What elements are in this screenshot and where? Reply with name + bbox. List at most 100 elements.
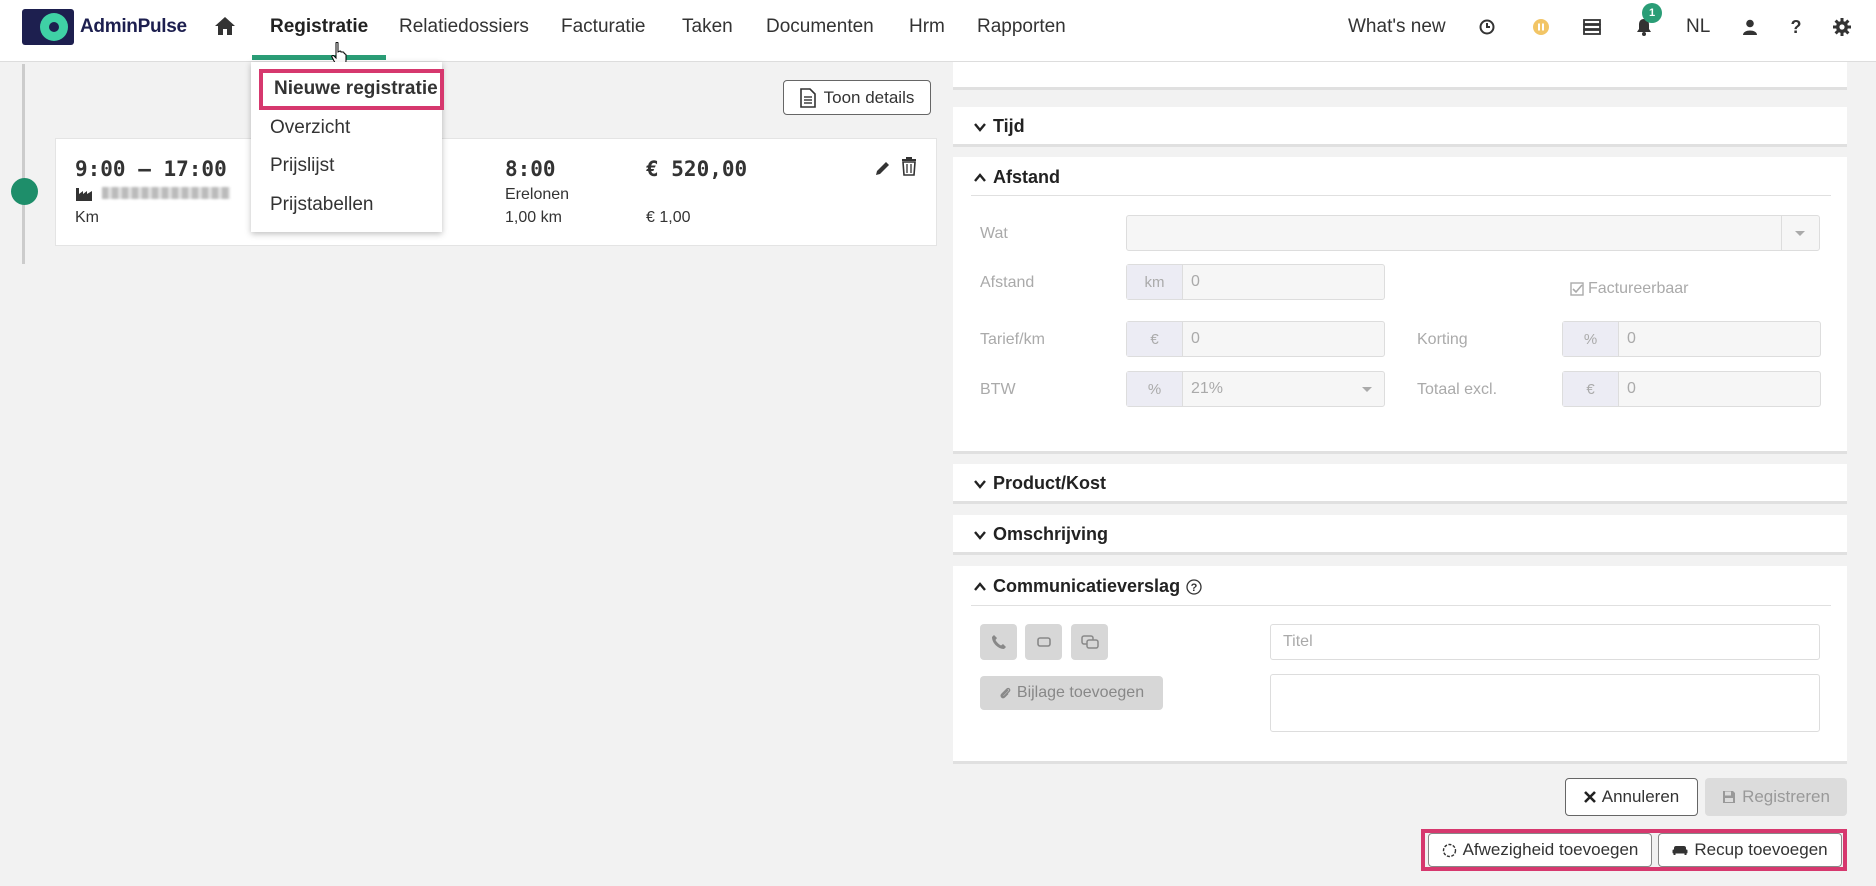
trash-icon[interactable] [901, 156, 917, 181]
close-icon [1583, 791, 1596, 803]
entry-unit-price: € 1,00 [646, 209, 691, 226]
registreren-label: Registreren [1742, 787, 1830, 806]
highlight-frame [259, 69, 444, 110]
factureerbaar-label: Factureerbaar [1588, 280, 1689, 297]
tarief-input[interactable]: € 0 [1126, 321, 1385, 357]
btw-select[interactable]: % 21% [1126, 371, 1385, 407]
afstand-input[interactable]: km 0 [1126, 264, 1385, 300]
language-switch[interactable]: NL [1686, 0, 1710, 53]
recup-toevoegen-button[interactable]: Recup toevoegen [1658, 833, 1842, 867]
btw-label: BTW [980, 381, 1016, 398]
section-tijd[interactable]: Tijd [953, 107, 1847, 147]
nav-registratie[interactable]: Registratie [252, 0, 387, 60]
divider [971, 195, 1831, 196]
entry-amount: € 520,00 [646, 157, 748, 181]
timeline-line [22, 64, 25, 264]
wat-select[interactable] [1126, 215, 1820, 251]
chevron-down-icon [974, 479, 986, 489]
totaal-input: € 0 [1562, 371, 1821, 407]
save-disk-icon [1723, 791, 1736, 803]
euro-addon: € [1563, 372, 1619, 406]
menu-item-prijstabellen[interactable]: Prijstabellen [270, 194, 374, 216]
section-afstand: Afstand Wat Afstand km 0 Factureerbaar T… [953, 157, 1847, 454]
home-icon[interactable] [214, 16, 238, 38]
entry-category: Erelonen [505, 186, 570, 203]
top-navbar: AdminPulse Registratie Relatiedossiers F… [0, 0, 1876, 66]
whats-new-link[interactable]: What's new [1348, 0, 1446, 53]
korting-value: 0 [1627, 330, 1636, 347]
bijlage-label: Bijlage toevoegen [1016, 684, 1145, 701]
menu-item-prijslijst[interactable]: Prijslijst [270, 155, 334, 177]
spinner-icon [1442, 843, 1456, 857]
registration-entry-card[interactable]: 9:00 – 17:00 Km 8:00 Erelonen 1,00 km € … [55, 138, 937, 246]
nav-taken[interactable]: Taken [682, 0, 733, 60]
toon-details-button[interactable]: Toon details [783, 80, 931, 115]
verslag-textarea[interactable] [1270, 674, 1820, 732]
menu-item-overzicht[interactable]: Overzicht [270, 117, 350, 139]
chat-icon[interactable] [1071, 624, 1108, 660]
factureerbaar-checkbox[interactable]: Factureerbaar [1570, 280, 1689, 298]
section-tijd-title: Tijd [993, 116, 1025, 136]
nav-facturatie[interactable]: Facturatie [561, 0, 645, 60]
titel-placeholder: Titel [1283, 633, 1313, 650]
bijlage-toevoegen-button[interactable]: Bijlage toevoegen [980, 676, 1163, 710]
edit-pencil-icon[interactable] [874, 159, 892, 182]
section-omschrijving[interactable]: Omschrijving [953, 515, 1847, 555]
meeting-icon[interactable] [1025, 624, 1062, 660]
entry-type: Km [75, 209, 99, 226]
section-omschrijving-title: Omschrijving [993, 524, 1109, 544]
korting-label: Korting [1417, 331, 1468, 348]
recup-label: Recup toevoegen [1694, 840, 1828, 859]
btw-value: 21% [1191, 380, 1224, 397]
pause-status-icon[interactable] [1531, 17, 1551, 37]
adminpulse-logo[interactable]: AdminPulse [22, 9, 187, 45]
afstand-label: Afstand [980, 274, 1035, 291]
help-icon[interactable]: ? [1786, 17, 1806, 37]
chevron-down-icon [974, 122, 986, 132]
nav-hrm[interactable]: Hrm [909, 0, 945, 60]
percent-addon: % [1563, 322, 1619, 356]
nav-documenten[interactable]: Documenten [766, 0, 874, 60]
brand-name: AdminPulse [80, 16, 187, 37]
tarief-label: Tarief/km [980, 331, 1045, 348]
totaal-value: 0 [1627, 380, 1636, 397]
titel-input[interactable]: Titel [1270, 624, 1820, 660]
phone-icon[interactable] [980, 624, 1017, 660]
section-afstand-title: Afstand [993, 167, 1060, 187]
km-addon: km [1127, 265, 1183, 299]
nav-relatiedossiers[interactable]: Relatiedossiers [399, 0, 529, 60]
logo-mark-icon [22, 9, 74, 45]
sofa-icon [1672, 846, 1688, 855]
checkbox-checked-icon [1570, 282, 1584, 296]
timer-icon[interactable] [1477, 17, 1497, 37]
server-icon[interactable] [1582, 17, 1602, 37]
registreren-button[interactable]: Registreren [1705, 778, 1847, 816]
entry-duration: 8:00 [505, 157, 556, 181]
paperclip-icon [1000, 687, 1011, 699]
nav-rapporten[interactable]: Rapporten [977, 0, 1066, 60]
korting-input[interactable]: % 0 [1562, 321, 1821, 357]
afwezigheid-toevoegen-button[interactable]: Afwezigheid toevoegen [1428, 833, 1652, 867]
document-icon [799, 87, 816, 108]
top-panel-strip [953, 62, 1847, 90]
section-product-kost[interactable]: Product/Kost [953, 464, 1847, 504]
afwezigheid-label: Afwezigheid toevoegen [1462, 840, 1639, 859]
section-afstand-header[interactable]: Afstand [973, 167, 1060, 188]
annuleren-button[interactable]: Annuleren [1565, 778, 1698, 816]
chevron-up-icon [974, 172, 986, 182]
euro-addon: € [1127, 322, 1183, 356]
section-comm-header[interactable]: Communicatieverslag ? [973, 576, 1202, 597]
annuleren-label: Annuleren [1601, 787, 1680, 806]
svg-text:?: ? [1191, 582, 1198, 594]
user-icon[interactable] [1740, 17, 1760, 37]
chevron-down-icon [1362, 387, 1372, 392]
entry-distance: 1,00 km [505, 209, 562, 226]
notification-badge: 1 [1642, 3, 1662, 23]
section-communicatieverslag: Communicatieverslag ? [953, 566, 1847, 764]
totaal-label: Totaal excl. [1417, 381, 1498, 398]
divider [971, 605, 1831, 606]
help-circle-icon: ? [1186, 578, 1202, 595]
gear-icon[interactable] [1832, 17, 1852, 37]
entry-time-range: 9:00 – 17:00 [75, 157, 227, 181]
section-product-title: Product/Kost [993, 473, 1107, 493]
